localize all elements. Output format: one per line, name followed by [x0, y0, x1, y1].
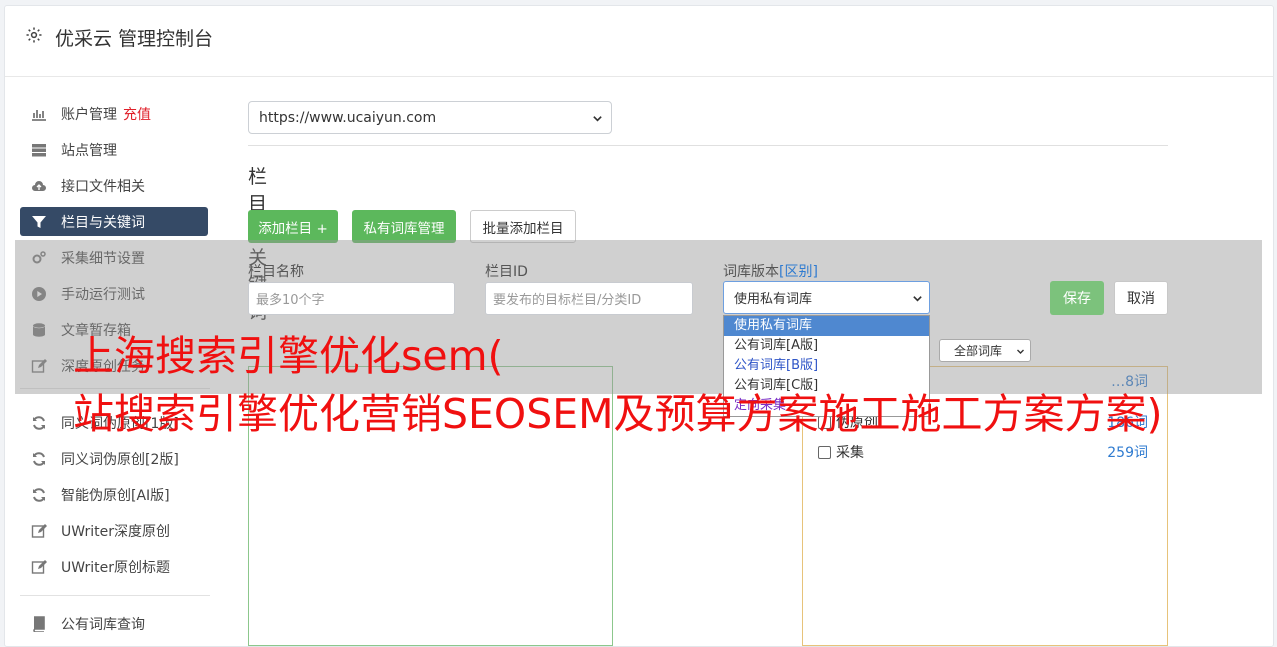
- sidebar-item-synonym-v1[interactable]: 同义词伪原创[1版]: [20, 408, 208, 437]
- sidebar-item-uwriter-title[interactable]: UWriter原创标题: [20, 552, 208, 581]
- server-icon: [31, 142, 47, 158]
- sidebar-item-label: 智能伪原创[AI版]: [61, 487, 170, 504]
- library-count: 186词: [1107, 415, 1148, 431]
- sidebar-item-label: 同义词伪原创[2版]: [61, 451, 179, 468]
- gear-icon: [26, 27, 42, 43]
- column-name-label: 栏目名称: [248, 264, 304, 280]
- site-select-value: https://www.ucaiyun.com: [259, 109, 437, 126]
- book-icon: [31, 615, 47, 632]
- dropdown-option[interactable]: 公有词库[B版]: [724, 356, 929, 376]
- sidebar-item-account[interactable]: 账户管理 充值: [20, 99, 208, 128]
- library-filter-select[interactable]: 全部词库: [939, 339, 1031, 362]
- sidebar-item-interface[interactable]: 接口文件相关: [20, 171, 208, 200]
- divider: [248, 145, 1168, 146]
- library-version-select[interactable]: 使用私有词库: [723, 281, 930, 314]
- dropdown-option[interactable]: 公有词库[A版]: [724, 336, 929, 356]
- library-version-label: 词库版本[区别]: [723, 261, 818, 281]
- sidebar-item-label: 站点管理: [61, 142, 117, 159]
- modal-backdrop: [15, 240, 1262, 394]
- library-version-dropdown: 使用私有词库 公有词库[A版] 公有词库[B版] 公有词库[C版] 定向采集: [723, 315, 930, 417]
- sidebar-item-columns[interactable]: 栏目与关键词: [20, 207, 208, 236]
- checkbox[interactable]: [818, 415, 831, 429]
- recharge-link[interactable]: 充值: [123, 104, 151, 124]
- sidebar-item-synonym-v2[interactable]: 同义词伪原创[2版]: [20, 444, 208, 473]
- refresh-icon: [31, 451, 47, 467]
- library-version-value: 使用私有词库: [734, 292, 813, 307]
- sidebar-item-label: UWriter原创标题: [61, 559, 170, 576]
- cancel-button[interactable]: 取消: [1114, 281, 1168, 315]
- library-count: 259词: [1107, 445, 1148, 461]
- sidebar-item-label: 栏目与关键词: [61, 214, 145, 231]
- filter-icon: [31, 214, 47, 230]
- sidebar-divider: [20, 595, 210, 596]
- edit-icon: [31, 559, 47, 575]
- column-id-input[interactable]: 要发布的目标栏目/分类ID: [485, 282, 693, 315]
- library-label: 采集: [836, 445, 864, 461]
- cloud-upload-icon: [31, 178, 47, 194]
- library-row-collect[interactable]: 采集 259词: [818, 442, 1148, 462]
- add-column-button[interactable]: 添加栏目 +: [248, 210, 338, 243]
- sidebar-item-public-lib[interactable]: 公有词库查询: [20, 609, 208, 638]
- edit-icon: [31, 523, 47, 539]
- checkbox[interactable]: [818, 445, 831, 459]
- page-title: 优采云 管理控制台: [55, 28, 214, 50]
- private-library-button[interactable]: 私有词库管理: [352, 210, 456, 243]
- bar-chart-icon: [31, 106, 47, 122]
- save-button[interactable]: 保存: [1050, 281, 1104, 315]
- refresh-icon: [31, 415, 47, 431]
- sidebar-item-ai-rewrite[interactable]: 智能伪原创[AI版]: [20, 480, 208, 509]
- site-select[interactable]: https://www.ucaiyun.com: [248, 101, 612, 134]
- library-version-text: 词库版本: [723, 264, 779, 280]
- library-filter-value: 全部词库: [954, 344, 1003, 358]
- chevron-down-icon: [1017, 349, 1024, 354]
- sidebar-item-uwriter-deep[interactable]: UWriter深度原创: [20, 516, 208, 545]
- dropdown-option[interactable]: 定向采集: [724, 396, 929, 416]
- refresh-icon: [31, 487, 47, 503]
- chevron-down-icon: [593, 116, 602, 122]
- sidebar-item-label: 公有词库查询: [61, 616, 145, 633]
- batch-add-column-button[interactable]: 批量添加栏目: [470, 210, 576, 243]
- header: 优采云 管理控制台: [5, 6, 1273, 77]
- keyword-panel-left[interactable]: [248, 366, 613, 646]
- chevron-down-icon: [913, 296, 922, 302]
- sidebar-item-label: 同义词伪原创[1版]: [61, 415, 179, 432]
- dropdown-option[interactable]: 使用私有词库: [724, 316, 929, 336]
- sidebar-item-sites[interactable]: 站点管理: [20, 135, 208, 164]
- column-id-label: 栏目ID: [485, 264, 528, 280]
- sidebar-item-label: UWriter深度原创: [61, 523, 170, 540]
- sidebar-item-label: 接口文件相关: [61, 178, 145, 195]
- difference-link[interactable]: [区别]: [779, 264, 818, 280]
- column-name-input[interactable]: 最多10个字: [248, 282, 455, 315]
- sidebar-item-label: 账户管理: [61, 106, 117, 123]
- dropdown-option[interactable]: 公有词库[C版]: [724, 376, 929, 396]
